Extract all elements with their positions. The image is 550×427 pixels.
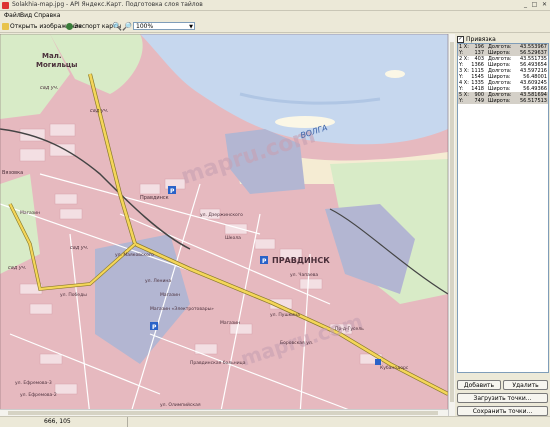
zoom-out-icon[interactable]: 🔎	[122, 22, 132, 31]
map-label: Могильцы	[36, 61, 77, 69]
map-canvas[interactable]: PPP mapru.com mapru.com ВОЛГА ПРАВДИНСК …	[0, 34, 448, 416]
binding-checkbox[interactable]: ✓ Привязка	[457, 36, 496, 43]
app-icon	[2, 2, 9, 9]
map-label: сад уч.	[40, 85, 58, 91]
map-label: сад уч.	[70, 245, 88, 251]
map-label: Магазин	[20, 210, 40, 216]
map-label: ул. Победы	[60, 292, 87, 298]
map-label: Пр-д-Гусель	[335, 326, 364, 332]
point-field: 749	[474, 98, 484, 104]
menu-bar: Файл Вид Справка	[0, 11, 550, 21]
map-label: Правдинская больница	[190, 360, 246, 366]
minimize-button[interactable]: _	[521, 1, 530, 9]
map-label: сад уч.	[8, 265, 26, 271]
map-image: PPP mapru.com mapru.com ВОЛГА ПРАВДИНСК …	[0, 34, 448, 416]
title-bar: Solakhia-map.jpg - API Яндекс.Карт. Подг…	[0, 0, 550, 11]
maximize-button[interactable]: □	[530, 1, 539, 9]
map-label: сад уч.	[90, 108, 108, 114]
list-item[interactable]: Y: 749 Широта: 56.517513	[458, 98, 548, 104]
toolbar: Открыть изображение Экспорт карты 🔍 🔎 10…	[0, 21, 550, 33]
zoom-value: 100%	[136, 23, 154, 30]
globe-icon	[66, 23, 73, 30]
map-label: ул. Дзержинского	[200, 212, 243, 218]
save-points-button[interactable]: Сохранить точки...	[457, 406, 548, 416]
binding-panel: ✓ Привязка 1 X: 196 Долгота: 43.553967 Y: 137…	[455, 34, 550, 416]
scrollbar-thumb[interactable]	[8, 411, 438, 415]
chevron-down-icon: ▼	[189, 24, 193, 30]
menu-help[interactable]: Справка	[34, 12, 60, 19]
map-label: Правдинск	[140, 195, 169, 201]
window-title: Solakhia-map.jpg - API Яндекс.Карт. Подг…	[12, 1, 203, 8]
points-list[interactable]: 1 X: 196 Долгота: 43.553967 Y: 137 Широта: 56.5…	[457, 43, 549, 373]
map-label: Кубанодорс	[380, 365, 409, 371]
map-label: ул. Чапаева	[290, 272, 318, 278]
menu-view[interactable]: Вид	[20, 12, 32, 19]
map-horizontal-scrollbar[interactable]	[0, 409, 448, 416]
point-field: Y:	[459, 98, 464, 104]
map-label: Магазин	[160, 292, 180, 298]
zoom-select[interactable]: 100% ▼	[133, 22, 195, 30]
map-label: Вязовка	[2, 170, 23, 176]
map-label: ул. Олимпийская	[160, 401, 201, 408]
menu-file[interactable]: Файл	[4, 12, 21, 19]
map-vertical-scrollbar[interactable]	[448, 34, 455, 416]
map-label: ул. Ленина	[145, 278, 171, 284]
map-label: Школа	[225, 235, 241, 241]
zoom-in-icon[interactable]: 🔍	[112, 22, 122, 31]
load-points-button[interactable]: Загрузить точки...	[457, 393, 548, 403]
close-button[interactable]: ✕	[540, 1, 549, 9]
map-label: ул. Маяковского	[115, 252, 154, 258]
point-field: Широта:	[488, 98, 511, 104]
city-label: ПРАВДИНСК	[272, 256, 330, 265]
map-label: Мал.	[42, 52, 61, 60]
svg-text:P: P	[262, 258, 267, 265]
svg-text:P: P	[152, 324, 157, 331]
map-label: Магазин	[220, 320, 240, 326]
delete-button[interactable]: Удалить	[503, 380, 548, 390]
cursor-coordinates: 666, 105	[0, 417, 128, 427]
map-label: Боровская ул.	[280, 340, 313, 346]
map-label: Магазин «Электротовары»	[150, 306, 214, 312]
svg-text:P: P	[170, 188, 175, 195]
checkbox-check-icon: ✓	[457, 36, 464, 43]
scrollbar-thumb[interactable]	[450, 42, 454, 402]
point-field: 56.517513	[519, 98, 547, 104]
binding-label: Привязка	[466, 36, 496, 43]
map-label: ул. Ефремова-2	[20, 392, 57, 398]
add-button[interactable]: Добавить	[457, 380, 501, 390]
map-label: ул. Ефремова-3	[15, 380, 52, 386]
map-label: ул. Пушкина	[270, 312, 300, 318]
status-bar: 666, 105	[0, 416, 550, 427]
folder-icon	[2, 23, 9, 30]
